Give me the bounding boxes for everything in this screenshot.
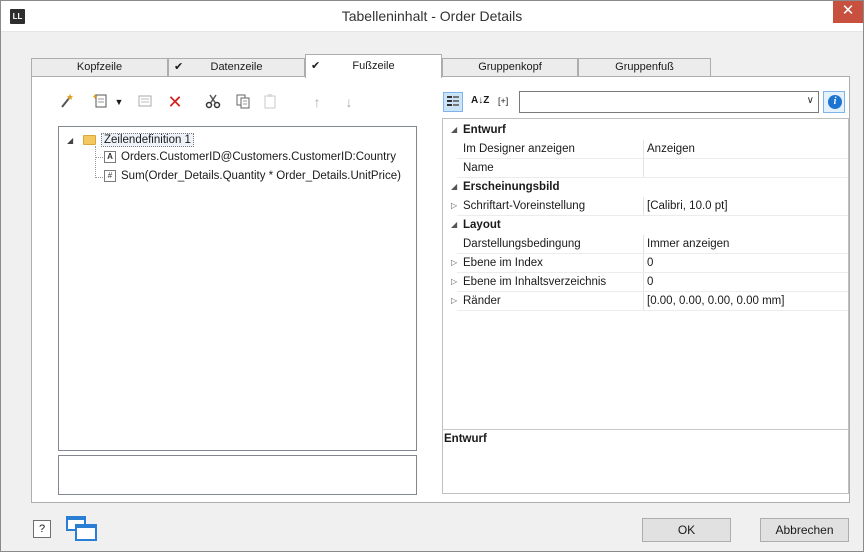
property-row[interactable]: Darstellungsbedingung Immer anzeigen (443, 235, 848, 254)
expand-triangle-icon[interactable]: ▷ (451, 277, 457, 286)
dialog-window: LL Tabelleninhalt - Order Details ✕ Kopf… (0, 0, 864, 552)
categorized-view-button[interactable] (443, 92, 463, 112)
checkmark-icon: ✔ (174, 61, 184, 73)
paste-icon[interactable] (261, 93, 279, 111)
column-divider (643, 197, 644, 216)
expand-triangle-icon[interactable]: ▷ (451, 296, 457, 305)
tab-label: Fußzeile (352, 60, 395, 72)
tab-fusszeile[interactable]: ✔ Fußzeile (305, 54, 442, 78)
tab-label: Gruppenfuß (615, 61, 674, 73)
tree-connector (95, 177, 103, 178)
property-value[interactable]: Anzeigen (647, 143, 695, 155)
checkmark-icon: ✔ (311, 60, 321, 72)
category-entwurf[interactable]: ◢ Entwurf (443, 121, 848, 140)
property-name: Darstellungsbedingung (463, 238, 581, 250)
tab-gruppenkopf[interactable]: Gruppenkopf (442, 58, 578, 77)
column-divider (643, 159, 644, 178)
cancel-button[interactable]: Abbrechen (760, 518, 849, 542)
tab-gruppenfuss[interactable]: Gruppenfuß (578, 58, 711, 77)
category-label: Entwurf (463, 124, 506, 136)
property-row[interactable]: ▷ Ebene im Index 0 (443, 254, 848, 273)
property-object-combo[interactable]: ∨ (519, 91, 819, 113)
tree-description-box (58, 455, 417, 495)
cut-icon[interactable] (204, 93, 222, 111)
tree-node-label: Zeilendefinition 1 (101, 133, 194, 147)
close-button[interactable]: ✕ (833, 1, 863, 23)
property-name: Ebene im Inhaltsverzeichnis (463, 276, 607, 288)
alphabetical-sort-icon[interactable]: A↓Z (471, 95, 489, 106)
column-divider (643, 273, 644, 292)
categorized-icon (447, 96, 459, 106)
tab-label: Kopfzeile (76, 61, 123, 73)
ok-button[interactable]: OK (642, 518, 731, 542)
property-value[interactable]: 0 (647, 276, 653, 288)
help-button[interactable]: ? (33, 520, 51, 538)
window-title: Tabelleninhalt - Order Details (341, 8, 523, 24)
arrow-up-icon[interactable]: ↑ (308, 93, 326, 111)
tree-connector (95, 157, 103, 158)
chevron-down-icon[interactable]: ∨ (807, 95, 814, 106)
property-grid: ◢ Entwurf Im Designer anzeigen Anzeigen … (442, 118, 849, 494)
tree-node-label: Orders.CustomerID@Customers.CustomerID:C… (121, 151, 396, 163)
copy-icon[interactable] (234, 93, 252, 111)
tree-connector (95, 146, 96, 178)
property-value[interactable]: [0.00, 0.00, 0.00, 0.00 mm] (647, 295, 784, 307)
dropdown-arrow-icon[interactable]: ▼ (110, 93, 128, 111)
property-row[interactable]: ▷ Ebene im Inhaltsverzeichnis 0 (443, 273, 848, 292)
property-row[interactable]: Name (443, 159, 848, 178)
property-value[interactable]: [Calibri, 10.0 pt] (647, 200, 728, 212)
property-name: Name (463, 162, 494, 174)
collapse-triangle-icon[interactable]: ◢ (451, 220, 457, 229)
property-value[interactable]: Immer anzeigen (647, 238, 729, 250)
column-divider (643, 235, 644, 254)
property-description-title: Entwurf (444, 433, 487, 445)
tree-node-label: Sum(Order_Details.Quantity * Order_Detai… (121, 170, 401, 182)
property-row[interactable]: ▷ Schriftart-Voreinstellung [Calibri, 10… (443, 197, 848, 216)
property-name: Im Designer anzeigen (463, 143, 575, 155)
numeric-field-icon: # (104, 170, 116, 182)
row-divider (457, 310, 848, 311)
tab-label: Gruppenkopf (478, 61, 542, 73)
property-name: Ränder (463, 295, 501, 307)
window-front-shape (75, 524, 97, 541)
tab-label: Datenzeile (210, 61, 263, 73)
property-row[interactable]: Im Designer anzeigen Anzeigen (443, 140, 848, 159)
collapse-triangle-icon[interactable]: ◢ (451, 125, 457, 134)
property-value[interactable]: 0 (647, 257, 653, 269)
magic-wand-icon[interactable] (58, 93, 76, 111)
delete-icon[interactable]: ✕ (166, 93, 184, 111)
expand-triangle-icon[interactable]: ▷ (451, 258, 457, 267)
folder-icon (83, 135, 96, 145)
arrow-down-icon[interactable]: ↓ (340, 93, 358, 111)
tab-kopfzeile[interactable]: Kopfzeile (31, 58, 168, 77)
property-row[interactable]: ▷ Ränder [0.00, 0.00, 0.00, 0.00 mm] (443, 292, 848, 311)
properties-icon[interactable] (136, 93, 154, 111)
text-field-icon: A (104, 151, 116, 163)
info-button[interactable]: i (823, 91, 845, 113)
tab-datenzeile[interactable]: ✔ Datenzeile (168, 58, 305, 77)
property-name: Ebene im Index (463, 257, 543, 269)
category-label: Erscheinungsbild (463, 181, 560, 193)
expand-triangle-icon[interactable]: ▷ (451, 201, 457, 210)
tree-view[interactable]: ◢ Zeilendefinition 1 A Orders.CustomerID… (58, 126, 417, 451)
property-name: Schriftart-Voreinstellung (463, 200, 586, 212)
category-erscheinungsbild[interactable]: ◢ Erscheinungsbild (443, 178, 848, 197)
collapse-triangle-icon[interactable]: ◢ (451, 182, 457, 191)
category-layout[interactable]: ◢ Layout (443, 216, 848, 235)
category-label: Layout (463, 219, 501, 231)
collapse-triangle-icon[interactable]: ◢ (67, 136, 73, 145)
column-divider (643, 292, 644, 311)
expand-all-icon[interactable]: [+] (498, 96, 508, 106)
column-divider (643, 140, 644, 159)
windows-icon[interactable] (66, 516, 98, 542)
column-divider (643, 254, 644, 273)
info-icon: i (828, 95, 842, 109)
new-item-icon[interactable] (92, 93, 110, 111)
description-divider[interactable] (442, 429, 849, 430)
title-bar: LL Tabelleninhalt - Order Details ✕ (1, 1, 863, 32)
